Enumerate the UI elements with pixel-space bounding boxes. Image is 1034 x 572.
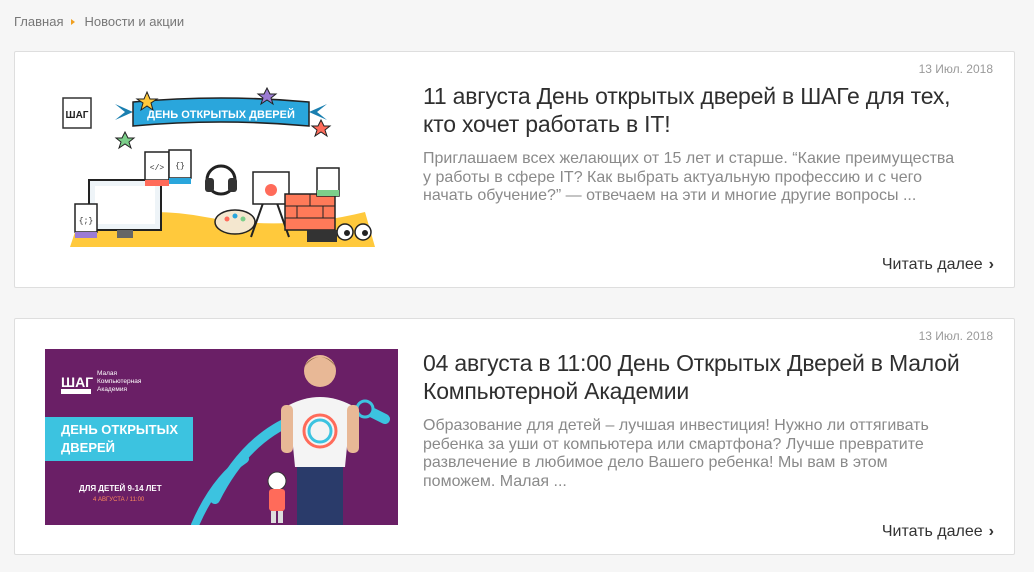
- thumbnail-logo-text: ШАГ: [66, 110, 89, 121]
- thumbnail-event-date: 4 АВГУСТА / 11:00: [93, 497, 145, 503]
- breadcrumb-separator-icon: [71, 18, 76, 25]
- news-title[interactable]: 04 августа в 11:00 День Открытых Дверей …: [423, 349, 983, 405]
- news-thumbnail-image: ШАГ ДЕНЬ ОТКРЫТЫХ ДВЕРЕЙ {;} </> {}: [45, 82, 398, 258]
- svg-text:Малая: Малая: [97, 370, 118, 377]
- news-excerpt: Приглашаем всех желающих от 15 лет и ста…: [423, 150, 955, 204]
- breadcrumb-current: Новости и акции: [84, 14, 185, 29]
- news-date: 13 Июл. 2018: [918, 329, 993, 343]
- thumbnail-banner-line1: ДЕНЬ ОТКРЫТЫХ: [61, 422, 178, 437]
- thumbnail-logo-text: ШАГ: [61, 374, 93, 390]
- read-more-link[interactable]: Читать далее ›: [882, 256, 994, 274]
- news-card: 13 Июл. 2018 ШАГ ДЕНЬ ОТКРЫТЫХ ДВЕРЕЙ {;…: [14, 51, 1015, 288]
- breadcrumb: Главная Новости и акции: [14, 14, 184, 29]
- thumbnail-banner-line2: ДВЕРЕЙ: [61, 440, 115, 455]
- news-thumbnail-image: ШАГ Малая Компьютерная Академия ДЕНЬ ОТК…: [45, 349, 398, 525]
- news-card: 13 Июл. 2018 ШАГ Малая Компьютерная Акад…: [14, 318, 1015, 555]
- svg-text:{;}: {;}: [79, 217, 93, 226]
- thumbnail-ribbon-text: ДЕНЬ ОТКРЫТЫХ ДВЕРЕЙ: [147, 108, 295, 121]
- chevron-right-icon: ›: [988, 523, 994, 540]
- svg-text:Академия: Академия: [97, 386, 127, 393]
- news-thumbnail-link[interactable]: ШАГ Малая Компьютерная Академия ДЕНЬ ОТК…: [45, 349, 398, 525]
- news-title[interactable]: 11 августа День открытых дверей в ШАГе д…: [423, 82, 983, 138]
- read-more-label: Читать далее: [881, 256, 983, 273]
- news-excerpt: Образование для детей – лучшая инвестици…: [423, 417, 929, 490]
- read-more-label: Читать далее: [881, 523, 983, 540]
- svg-text:Компьютерная: Компьютерная: [97, 378, 142, 385]
- svg-text:</>: </>: [150, 164, 165, 173]
- thumbnail-ages: ДЛЯ ДЕТЕЙ 9-14 ЛЕТ: [79, 484, 162, 493]
- chevron-right-icon: ›: [988, 256, 994, 273]
- svg-text:{}: {}: [175, 162, 185, 171]
- news-thumbnail-link[interactable]: ШАГ ДЕНЬ ОТКРЫТЫХ ДВЕРЕЙ {;} </> {}: [45, 82, 398, 258]
- breadcrumb-home-link[interactable]: Главная: [14, 14, 63, 29]
- read-more-link[interactable]: Читать далее ›: [882, 523, 994, 541]
- news-date: 13 Июл. 2018: [918, 62, 993, 76]
